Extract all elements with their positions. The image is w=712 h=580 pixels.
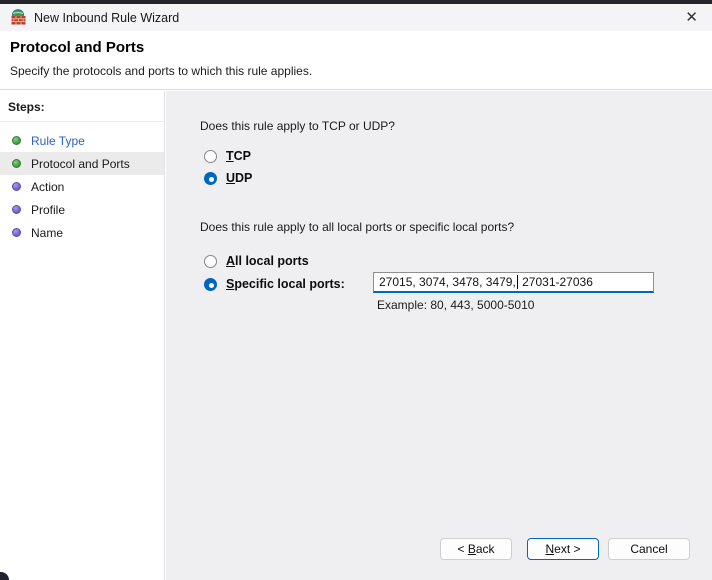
- page-title: Protocol and Ports: [10, 39, 144, 56]
- step-current-bullet-icon: [12, 159, 21, 168]
- step-upcoming-bullet-icon: [12, 182, 21, 191]
- back-button[interactable]: < Back: [440, 538, 512, 560]
- radio-tcp[interactable]: TCP: [204, 148, 251, 164]
- radio-circle-selected-icon[interactable]: [204, 172, 217, 185]
- text-caret: [517, 275, 518, 289]
- wizard-header: Protocol and Ports Specify the protocols…: [0, 31, 712, 90]
- sidebar-item-name[interactable]: Name: [0, 221, 164, 244]
- step-label: Name: [31, 226, 63, 240]
- sidebar-item-action[interactable]: Action: [0, 175, 164, 198]
- step-label: Protocol and Ports: [31, 157, 130, 171]
- radio-specific-local-ports[interactable]: Specific local ports:: [204, 276, 345, 292]
- step-completed-bullet-icon: [12, 136, 21, 145]
- radio-udp[interactable]: UDP: [204, 170, 252, 186]
- page-subtitle: Specify the protocols and ports to which…: [10, 64, 312, 78]
- radio-circle-icon[interactable]: [204, 150, 217, 163]
- question-protocol: Does this rule apply to TCP or UDP?: [200, 119, 395, 133]
- steps-sidebar: Steps: Rule Type Protocol and Ports Acti…: [0, 91, 165, 580]
- next-button[interactable]: Next >: [527, 538, 599, 560]
- specific-ports-input[interactable]: 27015, 3074, 3478, 3479, 27031-27036: [373, 272, 654, 293]
- radio-circle-icon[interactable]: [204, 255, 217, 268]
- input-text-after-caret: 27031-27036: [519, 275, 593, 289]
- sidebar-item-profile[interactable]: Profile: [0, 198, 164, 221]
- question-ports: Does this rule apply to all local ports …: [200, 220, 514, 234]
- sidebar-item-rule-type[interactable]: Rule Type: [0, 129, 164, 152]
- wizard-window: New Inbound Rule Wizard ✕ Protocol and P…: [0, 0, 712, 580]
- main-panel: Does this rule apply to TCP or UDP? TCP …: [166, 91, 712, 580]
- radio-specific-ports-label: Specific local ports:: [226, 277, 345, 291]
- radio-udp-label: UDP: [226, 171, 252, 185]
- sidebar-item-protocol-and-ports[interactable]: Protocol and Ports: [0, 152, 164, 175]
- step-label: Rule Type: [31, 134, 85, 148]
- radio-all-local-ports[interactable]: All local ports: [204, 253, 309, 269]
- step-upcoming-bullet-icon: [12, 228, 21, 237]
- radio-circle-selected-icon[interactable]: [204, 278, 217, 291]
- ports-example-text: Example: 80, 443, 5000-5010: [377, 298, 534, 312]
- window-title: New Inbound Rule Wizard: [34, 11, 179, 25]
- step-label: Profile: [31, 203, 65, 217]
- radio-tcp-label: TCP: [226, 149, 251, 163]
- cancel-button[interactable]: Cancel: [608, 538, 690, 560]
- step-label: Action: [31, 180, 64, 194]
- step-upcoming-bullet-icon: [12, 205, 21, 214]
- radio-all-ports-label: All local ports: [226, 254, 309, 268]
- steps-heading: Steps:: [0, 91, 164, 122]
- firewall-icon: [10, 9, 27, 26]
- titlebar[interactable]: New Inbound Rule Wizard ✕: [0, 4, 712, 31]
- close-icon[interactable]: ✕: [685, 10, 698, 25]
- input-text-before-caret: 27015, 3074, 3478, 3479,: [379, 275, 516, 289]
